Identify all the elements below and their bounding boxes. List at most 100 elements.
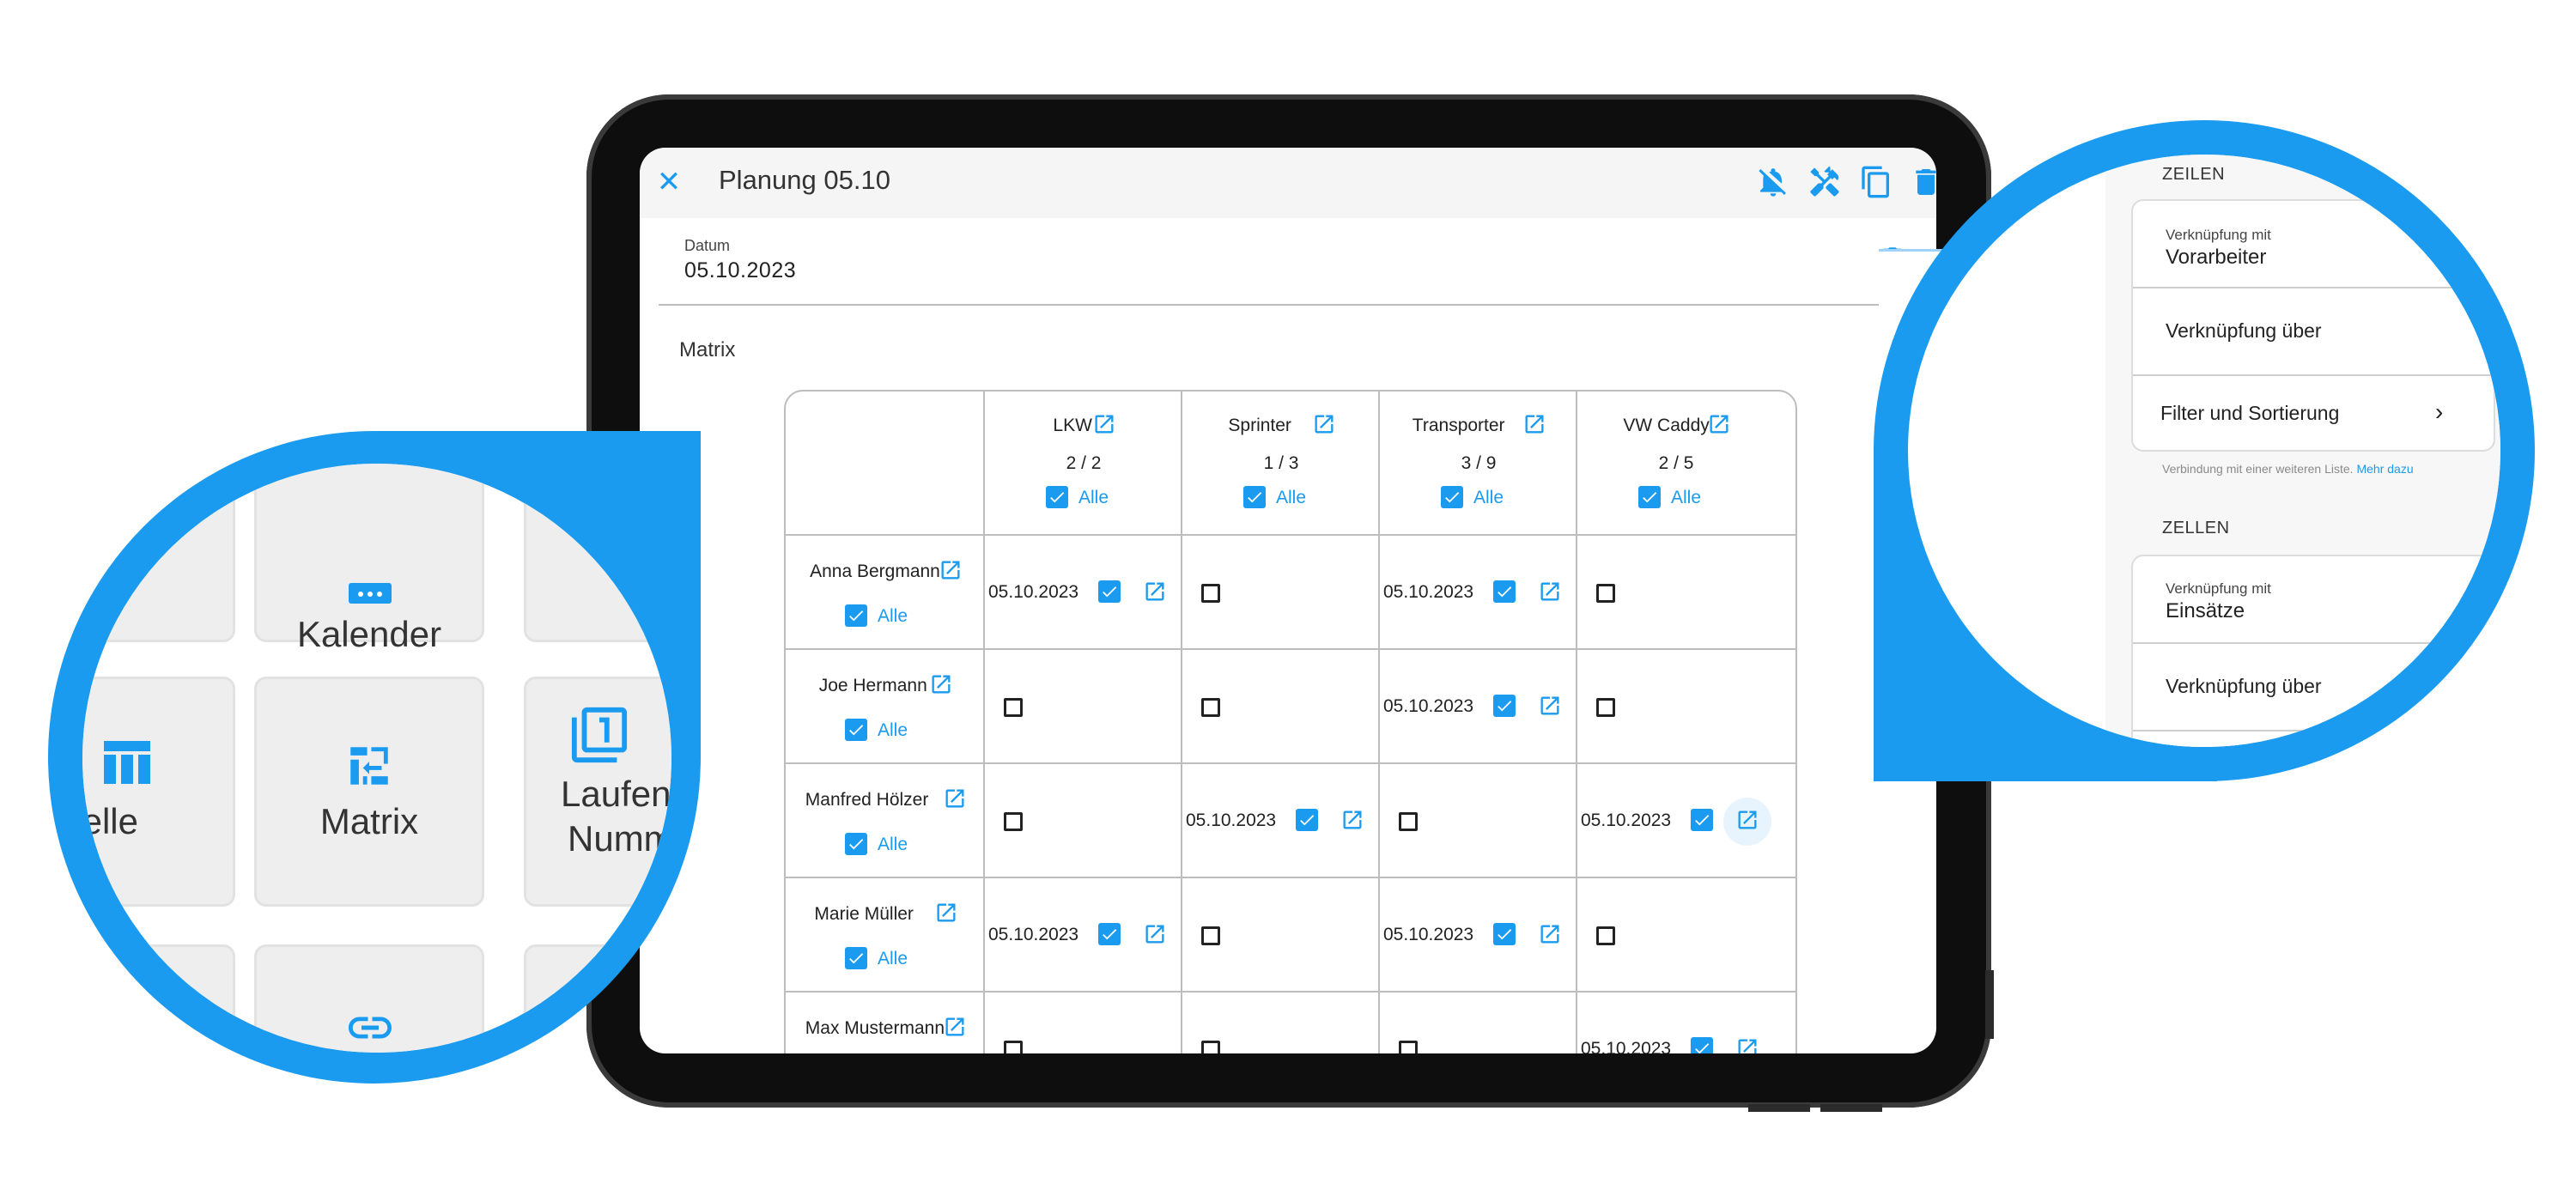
cell-open-icon[interactable] [1143,580,1167,604]
tile-verknuepfung[interactable] [254,944,484,1053]
column-select-all-checkbox[interactable] [1243,486,1266,508]
calendar-icon [349,583,392,604]
rows-filter-sort[interactable]: Filter und Sortierung › [2133,376,2494,450]
cell-checkbox-checked[interactable] [1296,809,1318,831]
checkbox-unchecked[interactable] [1004,812,1023,831]
tools-icon[interactable] [1807,165,1842,199]
trash-icon[interactable] [1909,165,1936,199]
cell-checkbox-checked[interactable] [1493,695,1516,717]
cell-checkbox-checked[interactable] [1493,923,1516,945]
cell-checkbox-checked[interactable] [1493,580,1516,603]
checkbox-unchecked[interactable] [1201,584,1220,603]
column-select-all-label[interactable]: Alle [1276,488,1306,508]
row-select-all-checkbox[interactable] [845,719,867,741]
row-open-icon[interactable] [943,786,967,810]
row-select-all-checkbox[interactable] [845,947,867,969]
cell-checkbox-checked[interactable] [1691,809,1713,831]
cell-open-icon[interactable] [1538,580,1562,604]
cell-checkbox-checked[interactable] [1691,1037,1713,1053]
rows-link-field[interactable]: Verknüpfung mit Vorarbeiter [2133,201,2494,288]
cell-date: 05.10.2023 [1383,696,1474,716]
checkbox-unchecked[interactable] [1004,698,1023,717]
tablet-bottom-button-2 [1820,1104,1882,1112]
cell-open-icon[interactable] [1143,922,1167,946]
tile-matrix[interactable]: Matrix [254,677,484,907]
tile-tabelle[interactable]: belle [82,677,235,907]
row-select-all-checkbox[interactable] [845,604,867,627]
cell-open-icon[interactable] [1735,808,1759,832]
checkbox-unchecked[interactable] [1596,584,1615,603]
tile-label-kalender: Kalender [296,614,442,654]
column-open-icon[interactable] [1312,412,1336,436]
rows-link-via[interactable]: Verknüpfung über [2133,288,2494,376]
tile-left-bottom [82,944,235,1053]
checkbox-unchecked[interactable] [1596,926,1615,945]
column-header-count: 2 / 5 [1658,453,1694,473]
cells-link-field[interactable]: Verknüpfung mit Einsätze [2133,556,2494,644]
row-person-name: Manfred Hölzer [805,790,929,810]
checkbox-unchecked[interactable] [1201,1041,1220,1053]
tile-right-top [524,464,671,642]
cell-checkbox-checked[interactable] [1098,580,1121,603]
column-select-all-label[interactable]: Alle [1473,488,1504,508]
checkbox-unchecked[interactable] [1399,1041,1418,1053]
column-select-all-checkbox[interactable] [1441,486,1463,508]
column-select-all-checkbox[interactable] [1046,486,1068,508]
link-icon [349,1017,392,1039]
row-open-icon[interactable] [943,1015,967,1039]
tile-kalender[interactable]: Kalender [254,464,484,654]
column-open-icon[interactable] [1707,412,1731,436]
row-select-all-label[interactable]: Alle [878,720,908,741]
cell-open-icon[interactable] [1340,808,1364,832]
column-open-icon[interactable] [1522,412,1546,436]
column-header-count: 1 / 3 [1263,453,1299,473]
column-select-all-label[interactable]: Alle [1671,488,1701,508]
copy-icon[interactable] [1859,165,1893,199]
cell-open-icon[interactable] [1735,1036,1759,1053]
cell-date: 05.10.2023 [1581,1039,1672,1053]
rows-hint: Verbindung mit einer weiteren Liste. Meh… [2162,462,2414,476]
checkbox-unchecked[interactable] [1201,926,1220,945]
rows-link-value: Vorarbeiter [2166,246,2267,269]
cell-date: 05.10.2023 [1383,582,1474,602]
checkbox-unchecked[interactable] [1399,812,1418,831]
row-select-all-label[interactable]: Alle [878,606,908,627]
dialog-title: Planung 05.10 [719,165,890,195]
row-person-name: Joe Hermann [818,676,927,695]
rows-hint-text: Verbindung mit einer weiteren Liste. [2162,462,2354,476]
row-open-icon[interactable] [929,672,953,696]
cell-open-icon[interactable] [1538,694,1562,718]
tile-label-laufende-nummer-line2: Numm [568,818,671,859]
row-select-all-label[interactable]: Alle [878,949,908,969]
row-select-all-label[interactable]: Alle [878,835,908,855]
chevron-right-icon: › [2435,398,2444,425]
cells-link-via[interactable]: Verknüpfung über [2133,644,2494,732]
matrix-label: Matrix [679,338,736,361]
cells-link-via-label: Verknüpfung über [2166,675,2322,697]
column-select-all-checkbox[interactable] [1638,486,1661,508]
row-divider [786,762,1795,764]
checkbox-unchecked[interactable] [1596,698,1615,717]
checkbox-unchecked[interactable] [1201,698,1220,717]
rows-settings-card: Verknüpfung mit Vorarbeiter Verknüpfung … [2131,199,2495,452]
column-divider [1181,392,1182,1053]
close-icon[interactable]: ✕ [653,167,684,197]
tile-left-top [82,464,235,642]
cell-open-icon[interactable] [1538,922,1562,946]
running-number-icon [571,707,628,763]
cell-checkbox-checked[interactable] [1098,923,1121,945]
column-open-icon[interactable] [1092,412,1116,436]
cells-settings-card: Verknüpfung mit Einsätze Verknüpfung übe… [2131,555,2495,747]
column-header-count: 3 / 9 [1461,453,1497,473]
row-open-icon[interactable] [939,558,963,582]
column-select-all-label[interactable]: Alle [1078,488,1109,508]
row-open-icon[interactable] [934,901,958,925]
checkbox-unchecked[interactable] [1004,1041,1023,1053]
rows-filter-sort-label: Filter und Sortierung [2160,402,2340,424]
row-select-all-checkbox[interactable] [845,833,867,855]
bell-off-icon[interactable] [1756,165,1790,199]
rows-hint-link[interactable]: Mehr dazu [2356,462,2413,476]
date-field[interactable]: Datum 05.10.2023 [684,237,796,283]
column-header-name: Sprinter [1228,416,1291,435]
tile-laufende-nummer[interactable]: Laufen Numm [524,677,671,907]
